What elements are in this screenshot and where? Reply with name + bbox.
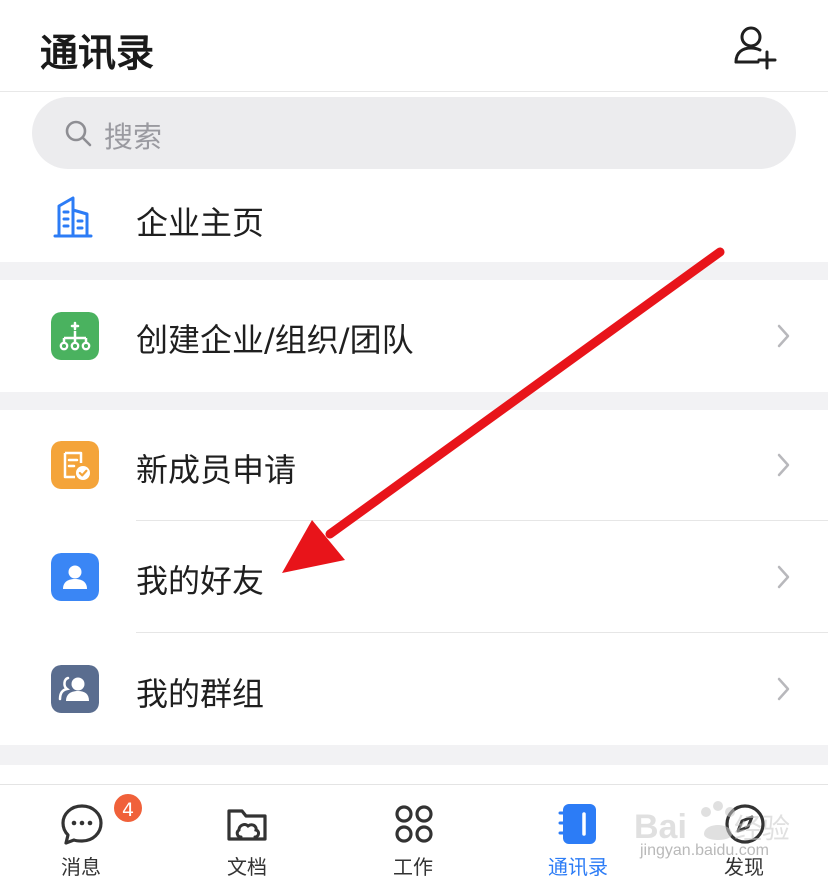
my-friends-label: 我的好友 xyxy=(136,562,265,600)
chevron-right-icon xyxy=(777,677,790,701)
person-icon xyxy=(51,553,99,601)
message-icon xyxy=(61,804,103,845)
enterprise-home-item[interactable]: 企业主页 xyxy=(0,172,828,262)
tab-contacts[interactable]: 通讯录 xyxy=(518,785,638,882)
create-org-label: 创建企业/组织/团队 xyxy=(136,321,414,359)
svg-text:经验: 经验 xyxy=(734,813,790,844)
enterprise-home-label: 企业主页 xyxy=(136,204,265,242)
create-org-item[interactable]: 创建企业/组织/团队 xyxy=(0,280,828,392)
org-tree-icon xyxy=(51,312,99,360)
unread-badge: 4 xyxy=(112,792,144,824)
tab-messages[interactable]: 4 消息 xyxy=(21,785,144,882)
tab-work[interactable]: 工作 xyxy=(353,785,473,882)
chevron-right-icon xyxy=(777,453,790,477)
my-friends-item[interactable]: 我的好友 xyxy=(0,521,828,632)
apps-grid-icon xyxy=(395,805,433,843)
watermark-url: jingyan.baidu.com xyxy=(640,842,769,859)
contacts-book-icon xyxy=(558,804,596,844)
section-gap xyxy=(0,262,828,280)
new-member-application-item[interactable]: 新成员申请 xyxy=(0,410,828,520)
header-bar: 通讯录 xyxy=(0,0,828,92)
my-groups-item[interactable]: 我的群组 xyxy=(0,633,828,745)
baidu-watermark-logo: Bai 经验 xyxy=(634,801,790,846)
section-gap xyxy=(0,392,828,410)
folder-icon xyxy=(227,809,267,841)
search-icon xyxy=(65,120,92,147)
tab-docs[interactable]: 文档 xyxy=(187,785,307,882)
search-placeholder: 搜索 xyxy=(104,120,163,154)
section-gap xyxy=(0,745,828,765)
tab-label: 工作 xyxy=(393,855,433,879)
my-groups-label: 我的群组 xyxy=(136,675,265,713)
tab-label: 消息 xyxy=(61,855,101,879)
search-input[interactable]: 搜索 xyxy=(32,97,796,169)
tab-label: 文档 xyxy=(227,855,267,879)
add-contact-icon[interactable] xyxy=(730,22,778,70)
page-title: 通讯录 xyxy=(40,31,155,75)
group-icon xyxy=(51,665,99,713)
tab-label: 通讯录 xyxy=(548,855,608,879)
svg-text:Bai: Bai xyxy=(634,808,687,846)
chevron-right-icon xyxy=(777,324,790,348)
new-member-label: 新成员申请 xyxy=(136,451,297,489)
chevron-right-icon xyxy=(777,565,790,589)
building-icon xyxy=(53,196,93,238)
application-icon xyxy=(51,441,99,489)
